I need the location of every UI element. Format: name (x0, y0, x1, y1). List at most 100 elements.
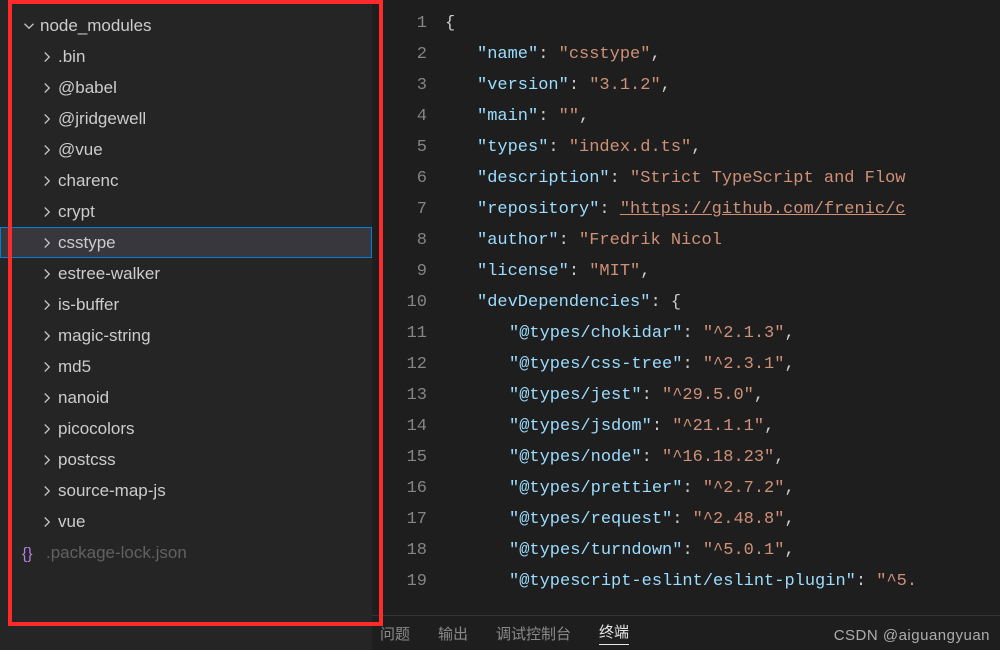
line-number: 13 (372, 380, 427, 411)
panel-tab[interactable]: 终端 (599, 621, 629, 645)
code-line: "name": "csstype", (445, 39, 1000, 70)
tree-label: vue (58, 512, 85, 532)
line-number: 1 (372, 8, 427, 39)
line-number: 6 (372, 163, 427, 194)
line-number: 7 (372, 194, 427, 225)
code-line: "@types/request": "^2.48.8", (445, 504, 1000, 535)
tree-label: source-map-js (58, 481, 166, 501)
chevron-right-icon (40, 174, 54, 188)
tree-label: estree-walker (58, 264, 160, 284)
tree-folder-root[interactable]: node_modules (0, 10, 372, 41)
line-number: 3 (372, 70, 427, 101)
json-file-icon: {} (22, 544, 40, 562)
tree-label: @vue (58, 140, 103, 160)
tree-folder[interactable]: nanoid (0, 382, 372, 413)
code-line: "types": "index.d.ts", (445, 132, 1000, 163)
tree-label: @babel (58, 78, 117, 98)
code-line: "@types/jsdom": "^21.1.1", (445, 411, 1000, 442)
tree-folder[interactable]: magic-string (0, 320, 372, 351)
code-line: "@types/node": "^16.18.23", (445, 442, 1000, 473)
line-number: 12 (372, 349, 427, 380)
tree-folder[interactable]: .bin (0, 41, 372, 72)
code-line: "@typescript-eslint/eslint-plugin": "^5. (445, 566, 1000, 597)
file-explorer[interactable]: node_modules .bin @babel @jridgewell @vue ch… (0, 0, 372, 650)
chevron-right-icon (40, 391, 54, 405)
tree-folder[interactable]: estree-walker (0, 258, 372, 289)
tree-folder[interactable]: @vue (0, 134, 372, 165)
tree-folder[interactable]: crypt (0, 196, 372, 227)
panel-tab[interactable]: 问题 (380, 623, 410, 644)
line-number: 17 (372, 504, 427, 535)
line-number: 15 (372, 442, 427, 473)
line-numbers: 12345678910111213141516171819 (372, 0, 445, 615)
tree-label: is-buffer (58, 295, 119, 315)
code-line: "description": "Strict TypeScript and Fl… (445, 163, 1000, 194)
code-line: "main": "", (445, 101, 1000, 132)
line-number: 11 (372, 318, 427, 349)
line-number: 9 (372, 256, 427, 287)
svg-text:{}: {} (22, 545, 33, 561)
code-line: { (445, 8, 1000, 39)
line-number: 2 (372, 39, 427, 70)
chevron-right-icon (40, 112, 54, 126)
line-number: 19 (372, 566, 427, 597)
line-number: 5 (372, 132, 427, 163)
tree-label: csstype (58, 233, 116, 253)
tree-file[interactable]: {} .package-lock.json (0, 537, 372, 568)
watermark: CSDN @aiguangyuan (834, 627, 990, 644)
chevron-right-icon (40, 515, 54, 529)
code-editor[interactable]: 12345678910111213141516171819 {"name": "… (372, 0, 1000, 650)
line-number: 4 (372, 101, 427, 132)
line-number: 10 (372, 287, 427, 318)
tree-folder[interactable]: @jridgewell (0, 103, 372, 134)
chevron-down-icon (22, 19, 36, 33)
tree-folder[interactable]: picocolors (0, 413, 372, 444)
tree-label: charenc (58, 171, 118, 191)
code-line: "license": "MIT", (445, 256, 1000, 287)
code-line: "@types/jest": "^29.5.0", (445, 380, 1000, 411)
tree-label: magic-string (58, 326, 151, 346)
code-line: "@types/css-tree": "^2.3.1", (445, 349, 1000, 380)
tree-label: crypt (58, 202, 95, 222)
tree-folder[interactable]: is-buffer (0, 289, 372, 320)
tree-folder[interactable]: postcss (0, 444, 372, 475)
line-number: 16 (372, 473, 427, 504)
code-line: "@types/chokidar": "^2.1.3", (445, 318, 1000, 349)
line-number: 8 (372, 225, 427, 256)
chevron-right-icon (40, 236, 54, 250)
code-line: "repository": "https://github.com/frenic… (445, 194, 1000, 225)
code-line: "version": "3.1.2", (445, 70, 1000, 101)
chevron-right-icon (40, 360, 54, 374)
tree-folder[interactable]: @babel (0, 72, 372, 103)
tree-folder[interactable]: csstype (0, 227, 372, 258)
tree-folder[interactable]: vue (0, 506, 372, 537)
tree-label: @jridgewell (58, 109, 146, 129)
chevron-right-icon (40, 143, 54, 157)
chevron-right-icon (40, 329, 54, 343)
tree-label: .bin (58, 47, 85, 67)
chevron-right-icon (40, 81, 54, 95)
panel-tab[interactable]: 调试控制台 (496, 623, 571, 644)
code-line: "@types/prettier": "^2.7.2", (445, 473, 1000, 504)
tree-folder[interactable]: source-map-js (0, 475, 372, 506)
tree-folder[interactable]: charenc (0, 165, 372, 196)
tree-label: node_modules (40, 16, 152, 36)
tree-label: picocolors (58, 419, 135, 439)
line-number: 18 (372, 535, 427, 566)
chevron-right-icon (40, 453, 54, 467)
tree-folder[interactable]: md5 (0, 351, 372, 382)
code-content[interactable]: {"name": "csstype","version": "3.1.2","m… (445, 0, 1000, 615)
chevron-right-icon (40, 484, 54, 498)
tree-label: nanoid (58, 388, 109, 408)
chevron-right-icon (40, 205, 54, 219)
tree-label: postcss (58, 450, 116, 470)
panel-tab[interactable]: 输出 (438, 623, 468, 644)
tree-label: md5 (58, 357, 91, 377)
chevron-right-icon (40, 50, 54, 64)
chevron-right-icon (40, 267, 54, 281)
tree-label: .package-lock.json (46, 543, 187, 563)
line-number: 14 (372, 411, 427, 442)
chevron-right-icon (40, 298, 54, 312)
code-line: "@types/turndown": "^5.0.1", (445, 535, 1000, 566)
chevron-right-icon (40, 422, 54, 436)
